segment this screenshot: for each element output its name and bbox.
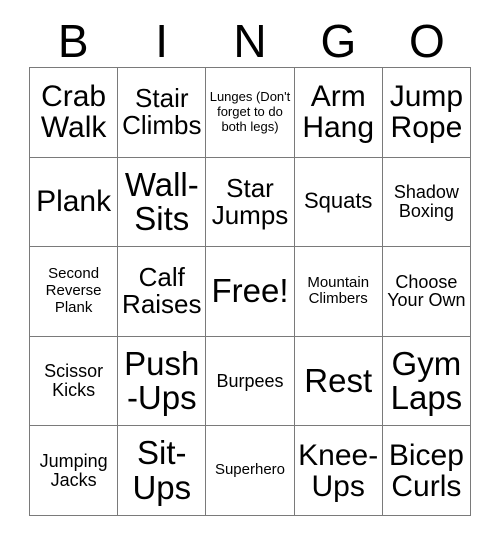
bingo-cell-label: Sit-Ups (132, 434, 192, 506)
bingo-cell-label: Push-Ups (124, 344, 200, 417)
bingo-cell-free[interactable]: Free! (206, 247, 295, 337)
bingo-cell[interactable]: Star Jumps (206, 157, 295, 248)
bingo-cell[interactable]: Jump Rope (382, 68, 471, 158)
bingo-cell-label: Crab Walk (40, 80, 107, 145)
bingo-cell[interactable]: Calf Raises (118, 247, 207, 337)
bingo-cell[interactable]: Superhero (206, 426, 295, 516)
bingo-cell[interactable]: Lunges (Don't forget to do both legs) (206, 68, 295, 158)
bingo-cell-label: Arm Hang (302, 80, 375, 145)
bingo-cell-label: Bicep Curls (388, 438, 464, 503)
bingo-cell-label: Rest (304, 361, 373, 399)
bingo-cell[interactable]: Mountain Climbers (294, 247, 383, 337)
header-letter-i: I (155, 14, 168, 67)
bingo-cell-label: Calf Raises (122, 262, 202, 320)
bingo-card: B I N G O Crab Walk Stair Climbs Lunges (D… (0, 0, 500, 544)
bingo-cell-label: Jumping Jacks (39, 450, 108, 490)
header-letter-n: N (233, 14, 267, 67)
bingo-cell-label: Choose Your Own (387, 271, 466, 311)
bingo-cell-label: Second Reverse Plank (45, 265, 102, 316)
bingo-cell-label: Lunges (Don't forget to do both legs) (209, 88, 291, 134)
bingo-cell[interactable]: Plank (30, 157, 119, 248)
bingo-cell[interactable]: Crab Walk (30, 68, 119, 158)
header-letter-b: B (57, 14, 89, 67)
header-letter-g: G (320, 14, 357, 67)
bingo-cell-label: Superhero (214, 461, 286, 479)
bingo-cell[interactable]: Bicep Curls (382, 426, 471, 516)
header-letter-o: O (408, 14, 445, 67)
bingo-cell-label: Wall-Sits (124, 165, 199, 237)
bingo-cell[interactable]: Gym Laps (382, 336, 471, 427)
bingo-cell-label: Shadow Boxing (393, 182, 459, 221)
bingo-cell[interactable]: Sit-Ups (118, 426, 207, 516)
bingo-cell-label: Gym Laps (390, 344, 463, 417)
bingo-cell[interactable]: Shadow Boxing (382, 157, 471, 248)
bingo-cell-label: Free! (211, 272, 289, 310)
bingo-cell-label: Squats (303, 188, 373, 214)
bingo-cell-label: Scissor Kicks (44, 361, 104, 401)
bingo-cell[interactable]: Knee-Ups (294, 426, 383, 516)
bingo-cell[interactable]: Squats (294, 157, 383, 248)
bingo-cell-label: Jump Rope (389, 80, 464, 145)
bingo-cell-label: Burpees (216, 370, 284, 391)
bingo-cell-label: Mountain Climbers (307, 273, 370, 308)
bingo-cell[interactable]: Wall-Sits (118, 157, 207, 248)
bingo-grid: Crab Walk Stair Climbs Lunges (Don't forge… (29, 67, 471, 516)
bingo-cell[interactable]: Push-Ups (118, 336, 207, 427)
bingo-cell[interactable]: Arm Hang (294, 68, 383, 158)
bingo-cell[interactable]: Second Reverse Plank (30, 247, 119, 337)
bingo-cell[interactable]: Choose Your Own (382, 247, 471, 337)
bingo-cell[interactable]: Rest (294, 336, 383, 427)
bingo-cell-label: Star Jumps (211, 172, 289, 230)
bingo-cell[interactable]: Scissor Kicks (30, 336, 119, 427)
bingo-cell[interactable]: Burpees (206, 336, 295, 427)
bingo-cell-label: Knee-Ups (298, 438, 379, 503)
bingo-cell[interactable]: Jumping Jacks (30, 426, 119, 516)
bingo-cell[interactable]: Stair Climbs (118, 68, 207, 158)
bingo-header: B I N G O (29, 14, 471, 67)
bingo-cell-label: Stair Climbs (122, 83, 202, 141)
bingo-cell-label: Plank (36, 185, 112, 219)
